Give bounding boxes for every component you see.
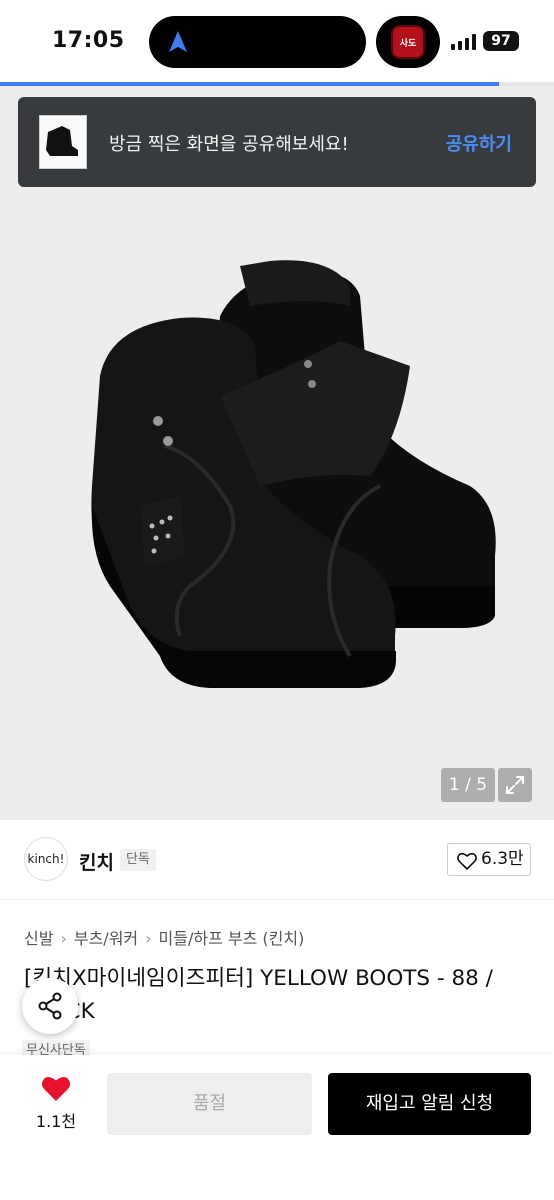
brand-exclusive-badge: 단독 <box>120 849 156 871</box>
cellular-signal-icon <box>451 34 477 50</box>
app-icon: 사도 <box>391 25 425 59</box>
bottom-action-bar: 1.1천 품절 재입고 알림 신청 <box>0 1055 554 1200</box>
battery-icon: 97 <box>483 31 519 51</box>
boots-product-image <box>91 260 496 688</box>
breadcrumb-item[interactable]: 미들/하프 부츠 (킨치) <box>159 929 305 948</box>
brand-like-count: 6.3만 <box>481 849 524 869</box>
screenshot-share-toast: 방금 찍은 화면을 공유해보세요! 공유하기 <box>18 97 536 187</box>
status-time: 17:05 <box>52 28 125 53</box>
product-image-carousel[interactable]: 방금 찍은 화면을 공유해보세요! 공유하기 1 / 5 <box>0 86 554 820</box>
soldout-button[interactable]: 품절 <box>107 1073 312 1135</box>
divider <box>0 899 554 900</box>
toast-share-button[interactable]: 공유하기 <box>446 130 512 156</box>
product-page: 17:05 사도 97 방금 찍은 화면을 공유해보세요! 공유하기 1 / 5… <box>0 0 554 1200</box>
breadcrumb-item[interactable]: 부츠/워커 <box>74 929 138 948</box>
share-icon <box>38 992 62 1020</box>
status-bar: 17:05 사도 97 <box>0 0 554 86</box>
restock-alert-button[interactable]: 재입고 알림 신청 <box>328 1073 531 1135</box>
breadcrumb-item[interactable]: 신발 <box>24 929 53 948</box>
brand-logo[interactable]: kinch! <box>24 837 68 881</box>
chevron-right-icon: › <box>60 929 67 948</box>
image-counter: 1 / 5 <box>441 768 495 802</box>
toast-message: 방금 찍은 화면을 공유해보세요! <box>109 134 349 155</box>
wishlist-button[interactable]: 1.1천 <box>34 1075 78 1132</box>
share-button[interactable] <box>22 978 78 1034</box>
expand-icon <box>506 776 524 794</box>
brand-like-button[interactable]: 6.3만 <box>447 843 531 876</box>
dynamic-island <box>149 16 366 68</box>
breadcrumb: 신발 › 부츠/워커 › 미들/하프 부츠 (킨치) <box>24 925 304 949</box>
expand-image-button[interactable] <box>498 768 532 802</box>
navigation-arrow-icon <box>169 31 187 52</box>
brand-name[interactable]: 킨치 <box>79 848 114 875</box>
chevron-right-icon: › <box>145 929 152 948</box>
wishlist-count: 1.1천 <box>35 1112 77 1131</box>
screenshot-thumbnail <box>39 115 87 169</box>
heart-outline-icon <box>457 852 477 870</box>
product-title: [킨치X마이네임이즈피터] YELLOW BOOTS - 88 / BLACK <box>24 966 493 1024</box>
heart-filled-icon <box>41 1076 71 1101</box>
live-activity[interactable]: 사도 <box>376 16 440 68</box>
